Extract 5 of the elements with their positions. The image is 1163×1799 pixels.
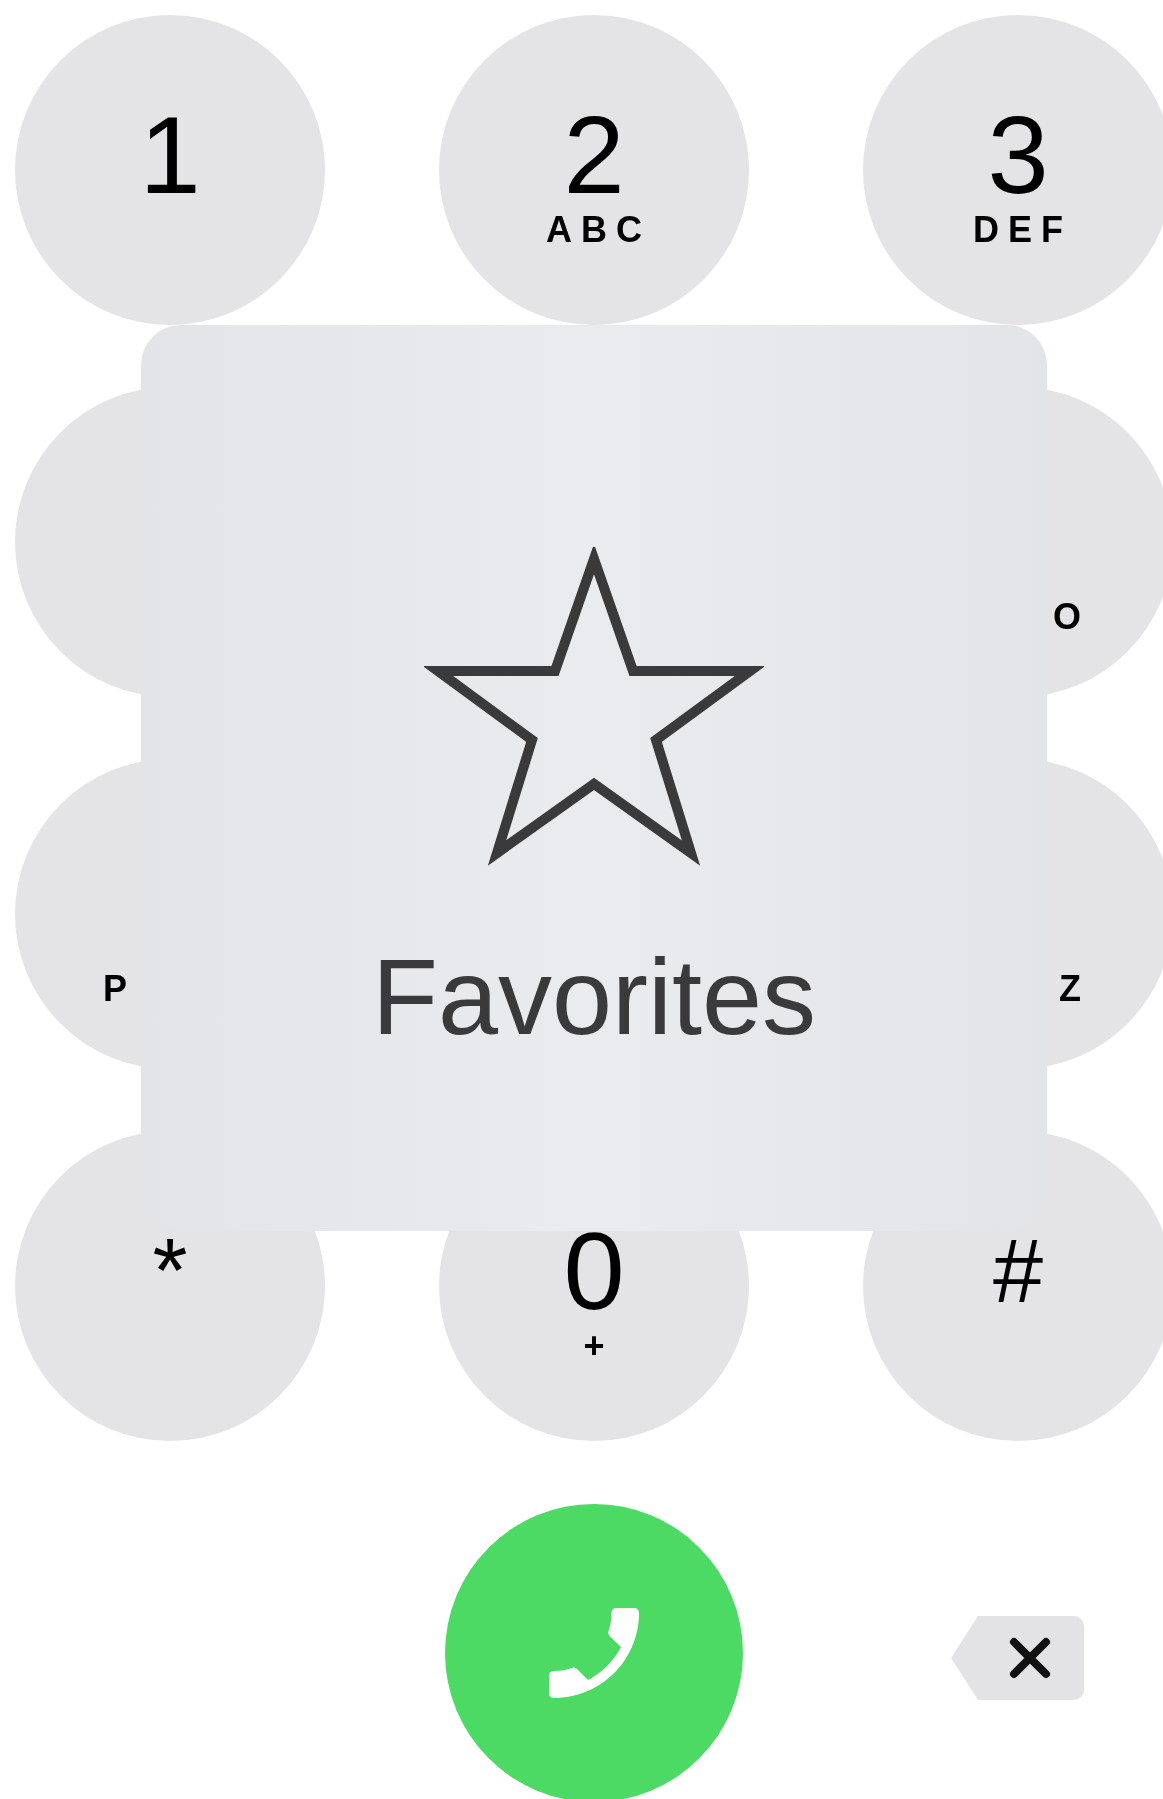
keypad-key[interactable]: 1 — [15, 15, 325, 325]
popup-label: Favorites — [371, 937, 817, 1057]
star-icon — [424, 547, 764, 867]
keypad-key[interactable]: 3 DEF — [863, 15, 1163, 325]
keypad-key[interactable]: 2 ABC — [439, 15, 749, 325]
